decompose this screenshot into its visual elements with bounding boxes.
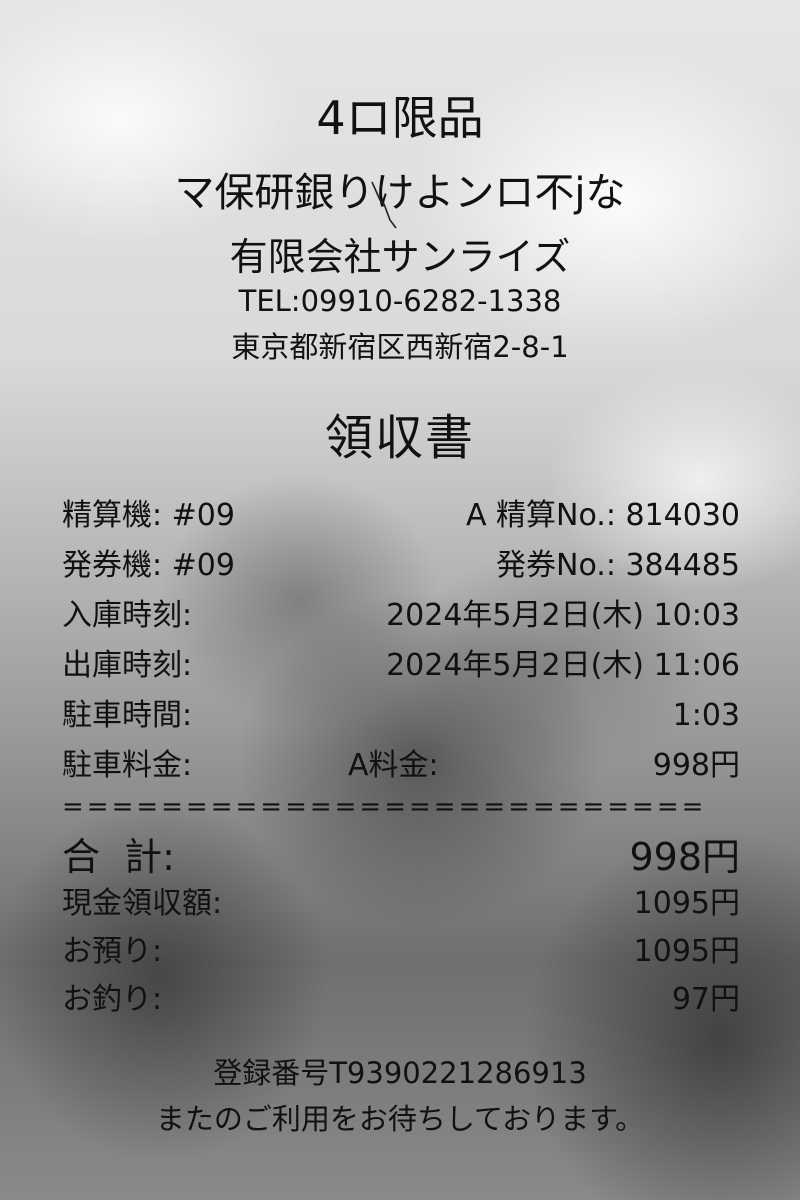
entry-time-row: 入庫時刻: 2024年5月2日(木) 10:03 bbox=[62, 590, 740, 633]
receipt-title: 領収書 bbox=[324, 410, 475, 466]
company-name: 有限会社サンライズ bbox=[229, 235, 571, 279]
thank-you-message: またのご利用をお待ちしております。 bbox=[155, 1102, 645, 1136]
exit-time-row: 出庫時刻: 2024年5月2日(木) 11:06 bbox=[62, 640, 740, 683]
change-label: お釣り: bbox=[62, 982, 163, 1017]
change-row: お釣り: 97円 bbox=[62, 974, 740, 1017]
fee-row: 駐車料金: A料金: 998円 bbox=[62, 740, 740, 783]
divider: ========================== bbox=[62, 792, 707, 822]
entry-time-value: 2024年5月2日(木) 10:03 bbox=[386, 598, 740, 633]
cash-received-label: 現金領収額: bbox=[62, 886, 223, 921]
deposit-label: お預り: bbox=[62, 934, 163, 969]
machine-value: A 精算No.: 814030 bbox=[465, 498, 740, 533]
total-label: 合 計: bbox=[62, 835, 175, 879]
ticket-machine-value: 発券No.: 384485 bbox=[496, 548, 740, 583]
duration-label: 駐車時間: bbox=[62, 698, 193, 733]
fee-value: 998円 bbox=[652, 748, 740, 783]
receipt: 4ロ限品 マ保研銀りけよンロ不jな 有限会社サンライズ TEL:09910-62… bbox=[0, 0, 800, 1200]
exit-time-value: 2024年5月2日(木) 11:06 bbox=[386, 648, 740, 683]
ticket-machine-row: 発券機: #09 発券No.: 384485 bbox=[62, 540, 740, 583]
fee-type-label: A料金: bbox=[348, 748, 439, 783]
deposit-value: 1095円 bbox=[633, 934, 740, 969]
total-row: 合 計: 998円 bbox=[62, 826, 740, 879]
cash-received-value: 1095円 bbox=[633, 886, 740, 921]
header-line-1: 4ロ限品 bbox=[316, 91, 484, 145]
change-value: 97円 bbox=[671, 982, 740, 1017]
cash-received-row: 現金領収額: 1095円 bbox=[62, 878, 740, 921]
machine-label: 精算機: #09 bbox=[62, 498, 235, 533]
deposit-row: お預り: 1095円 bbox=[62, 926, 740, 969]
address: 東京都新宿区西新宿2-8-1 bbox=[231, 330, 569, 364]
fee-label: 駐車料金: bbox=[62, 748, 193, 783]
exit-time-label: 出庫時刻: bbox=[62, 648, 193, 683]
registration-number: 登録番号T9390221286913 bbox=[213, 1056, 587, 1090]
duration-value: 1:03 bbox=[672, 698, 740, 733]
header-line-2: マ保研銀りけよンロ不jな bbox=[174, 170, 626, 216]
total-value: 998円 bbox=[629, 835, 740, 879]
entry-time-label: 入庫時刻: bbox=[62, 598, 193, 633]
phone-number: TEL:09910-6282-1338 bbox=[238, 284, 562, 318]
machine-row: 精算機: #09 A 精算No.: 814030 bbox=[62, 490, 740, 533]
paper-crack-mark bbox=[371, 181, 397, 229]
duration-row: 駐車時間: 1:03 bbox=[62, 690, 740, 733]
ticket-machine-label: 発券機: #09 bbox=[62, 548, 235, 583]
